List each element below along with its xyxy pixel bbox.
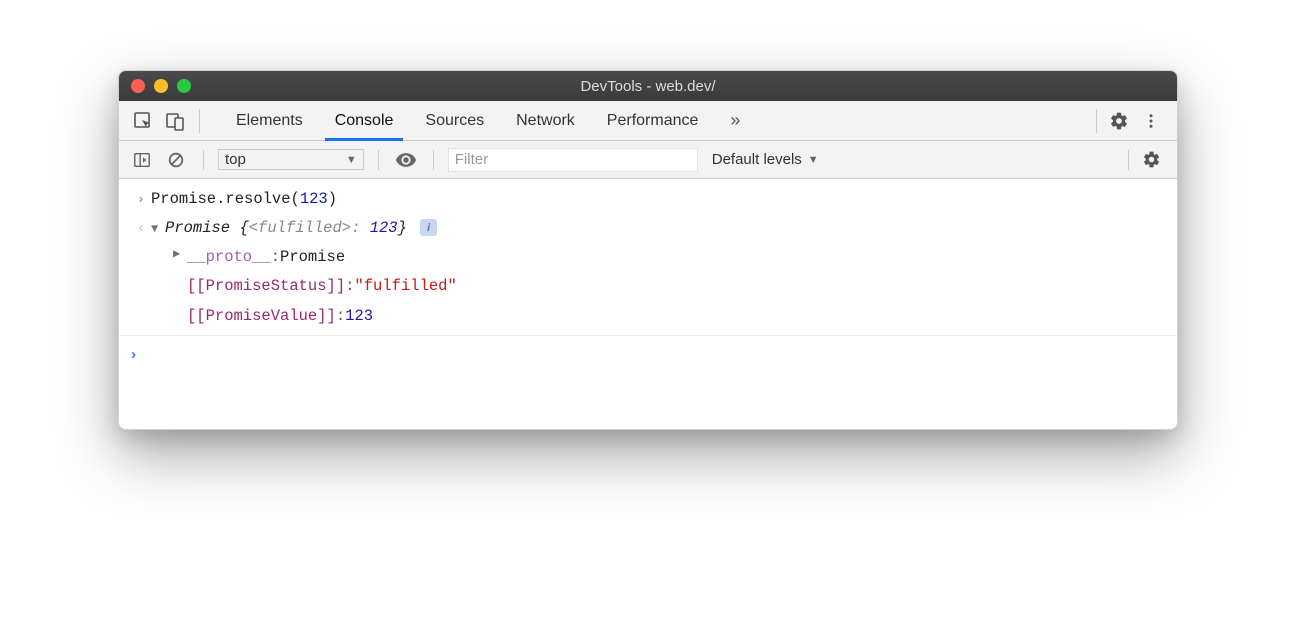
- subtoolbar-divider-4: [1128, 150, 1129, 170]
- console-output-line: ‹ ▼Promise {<fulfilled>: 123} i: [119, 214, 1177, 243]
- property-line-value[interactable]: [[PromiseValue]]: 123: [119, 302, 1177, 331]
- info-icon[interactable]: i: [420, 219, 437, 236]
- log-levels-select[interactable]: Default levels ▼: [706, 149, 825, 170]
- chevron-down-icon: ▼: [346, 154, 357, 166]
- execution-context-select[interactable]: top ▼: [218, 149, 364, 170]
- prompt-caret-icon: ›: [131, 342, 151, 368]
- console-toolbar: top ▼ Default levels ▼: [119, 141, 1177, 179]
- main-toolbar: Elements Console Sources Network Perform…: [119, 101, 1177, 141]
- toolbar-divider-right: [1096, 109, 1097, 133]
- levels-label: Default levels: [712, 151, 802, 168]
- tab-console[interactable]: Console: [319, 101, 410, 140]
- expr-arg: 123: [300, 190, 328, 208]
- minimize-button[interactable]: [154, 79, 168, 93]
- expr-prefix: Promise.resolve(: [151, 190, 300, 208]
- object-class: Promise: [165, 219, 230, 237]
- tabs-overflow[interactable]: »: [714, 101, 756, 140]
- input-marker-icon: ›: [131, 186, 151, 211]
- inspect-icon[interactable]: [129, 107, 157, 135]
- more-menu-icon[interactable]: [1135, 105, 1167, 137]
- panel-tabs: Elements Console Sources Network Perform…: [220, 101, 756, 140]
- context-label: top: [225, 151, 246, 168]
- object-value: 123: [370, 219, 398, 237]
- internal-key: [[PromiseValue]]: [187, 303, 336, 330]
- maximize-button[interactable]: [177, 79, 191, 93]
- subtoolbar-divider-3: [433, 150, 434, 170]
- devtools-window: DevTools - web.dev/ Elements Console Sou…: [118, 70, 1178, 430]
- expand-triangle-icon[interactable]: ▶: [173, 244, 187, 265]
- console-input-line: › Promise.resolve(123): [119, 185, 1177, 214]
- device-toggle-icon[interactable]: [161, 107, 189, 135]
- internal-value: "fulfilled": [354, 273, 456, 300]
- tab-elements[interactable]: Elements: [220, 101, 319, 140]
- property-line-proto[interactable]: ▶ __proto__: Promise: [119, 243, 1177, 272]
- chevron-down-icon: ▼: [808, 154, 819, 166]
- tab-performance[interactable]: Performance: [591, 101, 715, 140]
- expr-suffix: ): [328, 190, 337, 208]
- window-title: DevTools - web.dev/: [119, 78, 1177, 95]
- console-settings-icon[interactable]: [1135, 144, 1167, 176]
- subtoolbar-divider-2: [378, 150, 379, 170]
- sidebar-toggle-icon[interactable]: [129, 147, 155, 173]
- traffic-lights: [131, 79, 191, 93]
- toolbar-right: [1090, 105, 1167, 137]
- console-prompt[interactable]: ›: [119, 336, 1177, 378]
- tab-sources[interactable]: Sources: [409, 101, 500, 140]
- object-state: <fulfilled>: [249, 219, 351, 237]
- internal-key: [[PromiseStatus]]: [187, 273, 345, 300]
- proto-value: Promise: [280, 244, 345, 271]
- titlebar: DevTools - web.dev/: [119, 71, 1177, 101]
- toolbar-divider: [199, 109, 200, 133]
- output-marker-icon: ‹: [131, 215, 151, 240]
- console-body: › Promise.resolve(123) ‹ ▼Promise {<fulf…: [119, 179, 1177, 429]
- property-line-status[interactable]: [[PromiseStatus]]: "fulfilled": [119, 272, 1177, 301]
- input-expression: Promise.resolve(123): [151, 186, 1165, 213]
- close-button[interactable]: [131, 79, 145, 93]
- subtoolbar-divider: [203, 150, 204, 170]
- clear-console-icon[interactable]: [163, 147, 189, 173]
- internal-value: 123: [345, 303, 373, 330]
- expand-triangle-icon[interactable]: ▼: [151, 219, 165, 240]
- output-object[interactable]: ▼Promise {<fulfilled>: 123} i: [151, 215, 1165, 242]
- filter-input[interactable]: [448, 148, 698, 172]
- settings-icon[interactable]: [1103, 105, 1135, 137]
- proto-key: __proto__: [187, 244, 271, 271]
- tab-network[interactable]: Network: [500, 101, 591, 140]
- live-expression-icon[interactable]: [393, 147, 419, 173]
